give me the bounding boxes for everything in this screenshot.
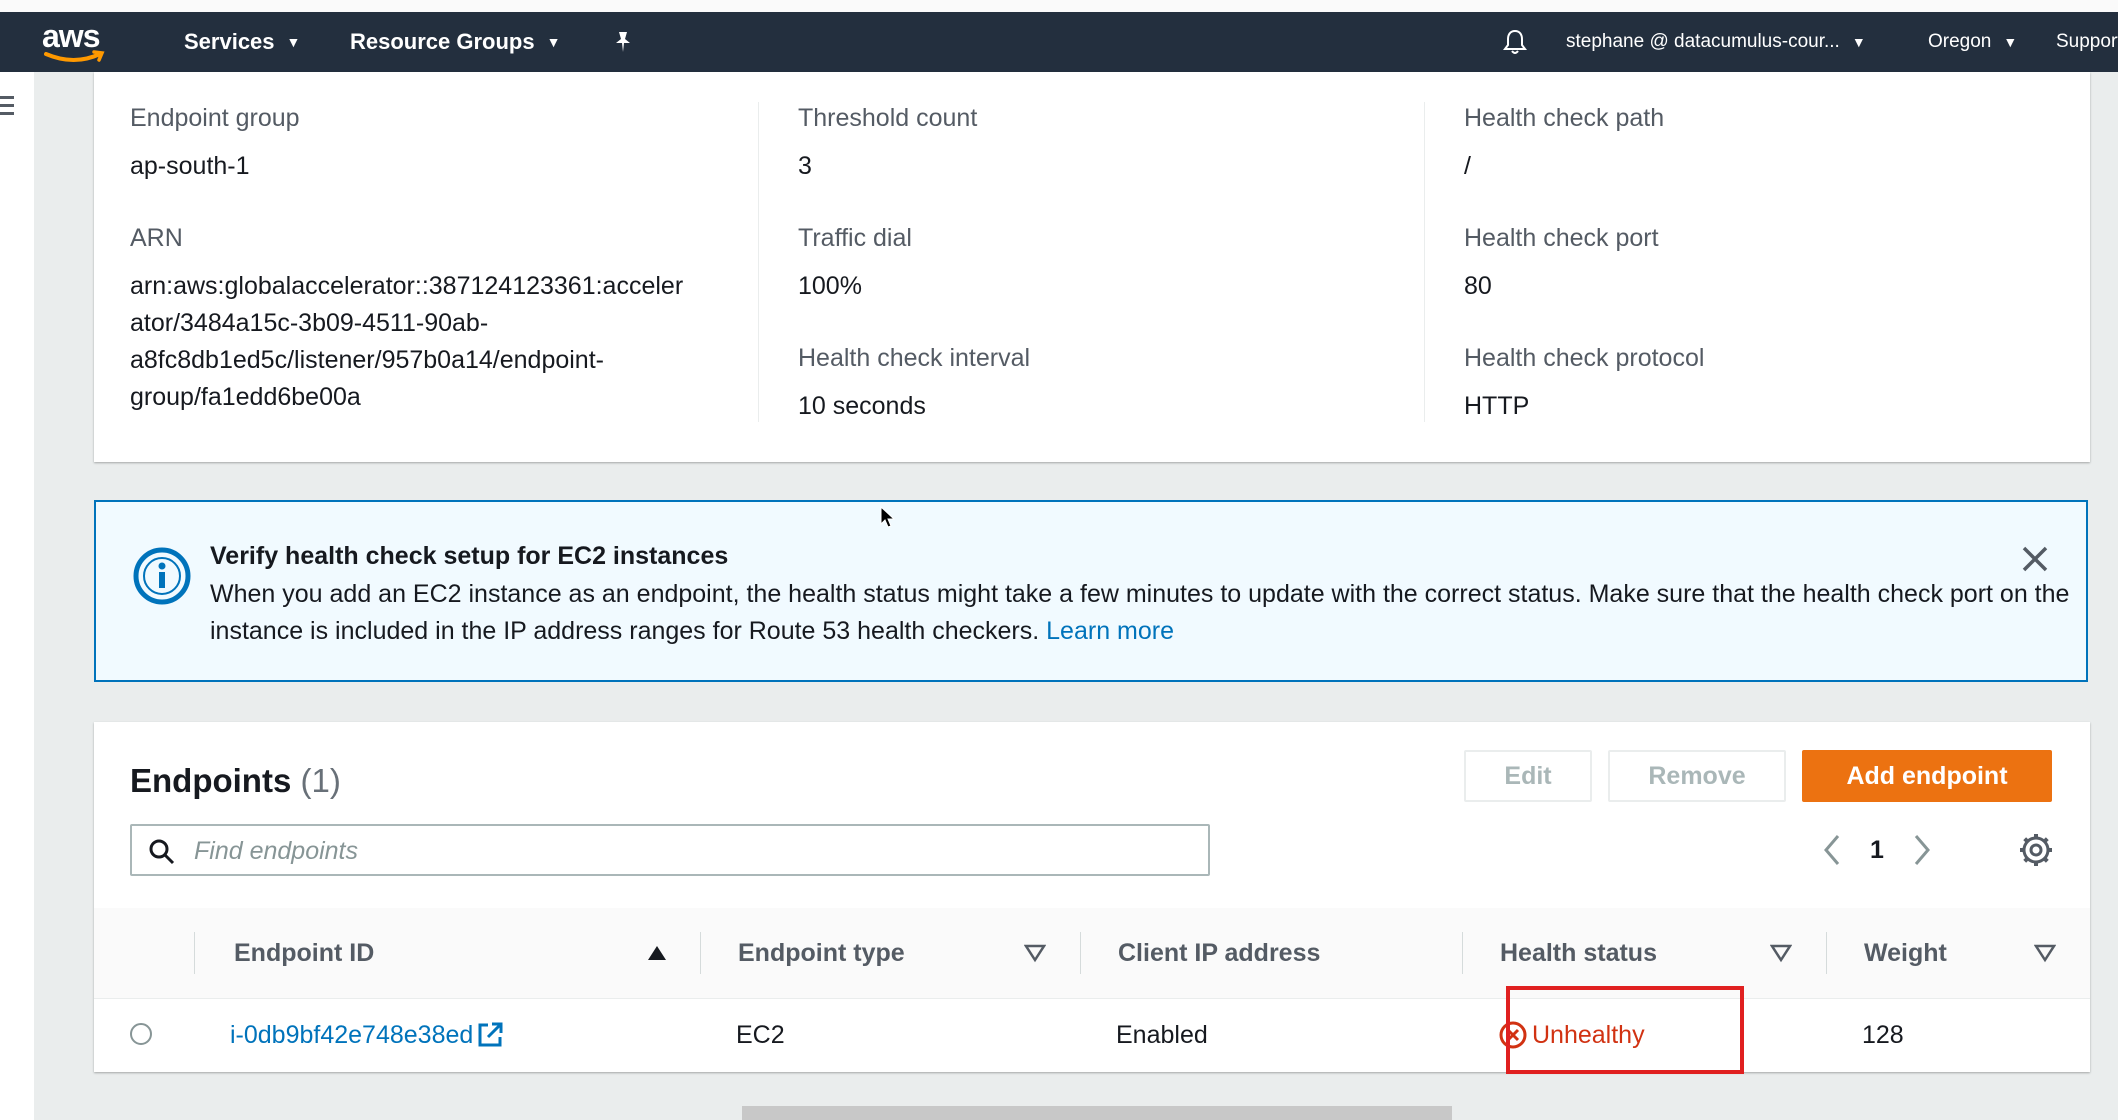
menu-icon[interactable]	[0, 96, 14, 120]
sort-ascending-icon[interactable]	[646, 942, 668, 964]
pin-icon[interactable]	[612, 12, 634, 72]
account-menu[interactable]: stephane @ datacumulus-cour... ▼	[1566, 12, 1866, 72]
add-endpoint-button[interactable]: Add endpoint	[1802, 750, 2052, 802]
resource-groups-menu[interactable]: Resource Groups ▼	[350, 12, 560, 72]
health-check-path-value: /	[1464, 152, 1471, 180]
arn-value-line: arn:aws:globalaccelerator::387124123361:…	[130, 272, 684, 300]
arn-value-line: ator/3484a15c-3b09-4511-90ab-	[130, 309, 489, 337]
health-check-port-value: 80	[1464, 272, 1492, 300]
field-label: Traffic dial	[798, 224, 912, 252]
chevron-down-icon: ▼	[2003, 34, 2018, 50]
support-menu[interactable]: Support	[2056, 12, 2118, 72]
chevron-down-icon: ▼	[546, 34, 561, 50]
column-header-endpoint-type[interactable]: Endpoint type	[738, 908, 905, 998]
page-number[interactable]: 1	[1870, 836, 1884, 865]
alert-title: Verify health check setup for EC2 instan…	[210, 542, 729, 570]
horizontal-scrollbar[interactable]	[742, 1106, 1452, 1120]
column-separator	[1826, 932, 1827, 974]
endpoints-heading: Endpoints (1)	[130, 762, 341, 799]
aws-smile-icon	[44, 50, 105, 62]
bell-icon[interactable]	[1502, 12, 1528, 72]
learn-more-link[interactable]: Learn more	[1046, 617, 1174, 645]
endpoint-group-details: Endpoint group ap-south-1 ARN arn:aws:gl…	[94, 72, 2090, 462]
field-label: Health check port	[1464, 224, 1659, 252]
table-header: Endpoint ID Endpoint type Client IP addr…	[94, 908, 2090, 999]
field-label: Endpoint group	[130, 104, 300, 132]
row-select-radio[interactable]	[130, 1023, 152, 1045]
sort-icon[interactable]	[1024, 942, 1046, 964]
arn-value-line: a8fc8db1ed5c/listener/957b0a14/endpoint-	[130, 346, 604, 374]
column-separator	[700, 932, 701, 974]
close-icon[interactable]	[2018, 542, 2052, 576]
column-header-client-ip[interactable]: Client IP address	[1118, 908, 1320, 998]
mouse-cursor-icon	[880, 506, 896, 528]
services-menu[interactable]: Services ▼	[184, 12, 300, 72]
traffic-dial-value: 100%	[798, 272, 862, 300]
endpoint-type-cell: EC2	[736, 1020, 785, 1049]
chevron-left-icon[interactable]	[1820, 832, 1844, 868]
column-header-health-status[interactable]: Health status	[1500, 908, 1657, 998]
column-separator	[1462, 932, 1463, 974]
search-icon	[149, 839, 175, 865]
sort-icon[interactable]	[2034, 942, 2056, 964]
arn-value-line: group/fa1edd6be00a	[130, 383, 361, 411]
client-ip-cell: Enabled	[1116, 1020, 1208, 1049]
field-label: Threshold count	[798, 104, 978, 132]
column-divider	[758, 102, 759, 422]
search-input[interactable]	[192, 832, 1186, 870]
chevron-down-icon: ▼	[286, 34, 301, 50]
endpoint-id-link[interactable]: i-0db9bf42e748e38ed	[230, 1021, 473, 1050]
weight-cell: 128	[1862, 1020, 1904, 1049]
field-label: Health check protocol	[1464, 344, 1705, 372]
column-separator	[194, 932, 195, 974]
field-label: Health check path	[1464, 104, 1665, 132]
field-label: ARN	[130, 224, 183, 252]
health-check-protocol-value: HTTP	[1464, 392, 1530, 420]
table-row: i-0db9bf42e748e38ed EC2 Enabled Unhealth…	[94, 998, 2090, 1072]
info-alert: Verify health check setup for EC2 instan…	[94, 500, 2088, 682]
chevron-right-icon[interactable]	[1910, 832, 1934, 868]
sort-icon[interactable]	[1770, 942, 1792, 964]
alert-body: When you add an EC2 instance as an endpo…	[210, 576, 2090, 650]
info-icon	[133, 547, 191, 605]
edit-button[interactable]: Edit	[1464, 750, 1592, 802]
gear-icon[interactable]	[2018, 832, 2054, 868]
endpoints-count: (1)	[300, 762, 341, 799]
field-label: Health check interval	[798, 344, 1031, 372]
find-endpoints-search	[130, 824, 1210, 876]
pagination: 1	[1820, 830, 1934, 870]
column-header-weight[interactable]: Weight	[1864, 908, 1947, 998]
window-top-strip	[0, 0, 2118, 12]
endpoint-id-cell: i-0db9bf42e748e38ed	[230, 998, 505, 1072]
column-divider	[1424, 102, 1425, 422]
chevron-down-icon: ▼	[1851, 34, 1866, 50]
threshold-count-value: 3	[798, 152, 812, 180]
side-navigation-rail	[0, 72, 34, 1120]
endpoints-panel: Endpoints (1) Edit Remove Add endpoint 1…	[94, 722, 2090, 1072]
external-link-icon[interactable]	[475, 1020, 505, 1050]
column-separator	[1080, 932, 1081, 974]
remove-button[interactable]: Remove	[1608, 750, 1786, 802]
red-highlight-box	[1506, 986, 1744, 1074]
aws-logo[interactable]: aws	[40, 18, 110, 66]
top-navbar: aws Services ▼ Resource Groups ▼ stephan…	[0, 12, 2118, 72]
health-check-interval-value: 10 seconds	[798, 392, 926, 420]
column-header-endpoint-id[interactable]: Endpoint ID	[234, 908, 374, 998]
region-menu[interactable]: Oregon ▼	[1928, 12, 2017, 72]
endpoint-group-value: ap-south-1	[130, 152, 250, 180]
